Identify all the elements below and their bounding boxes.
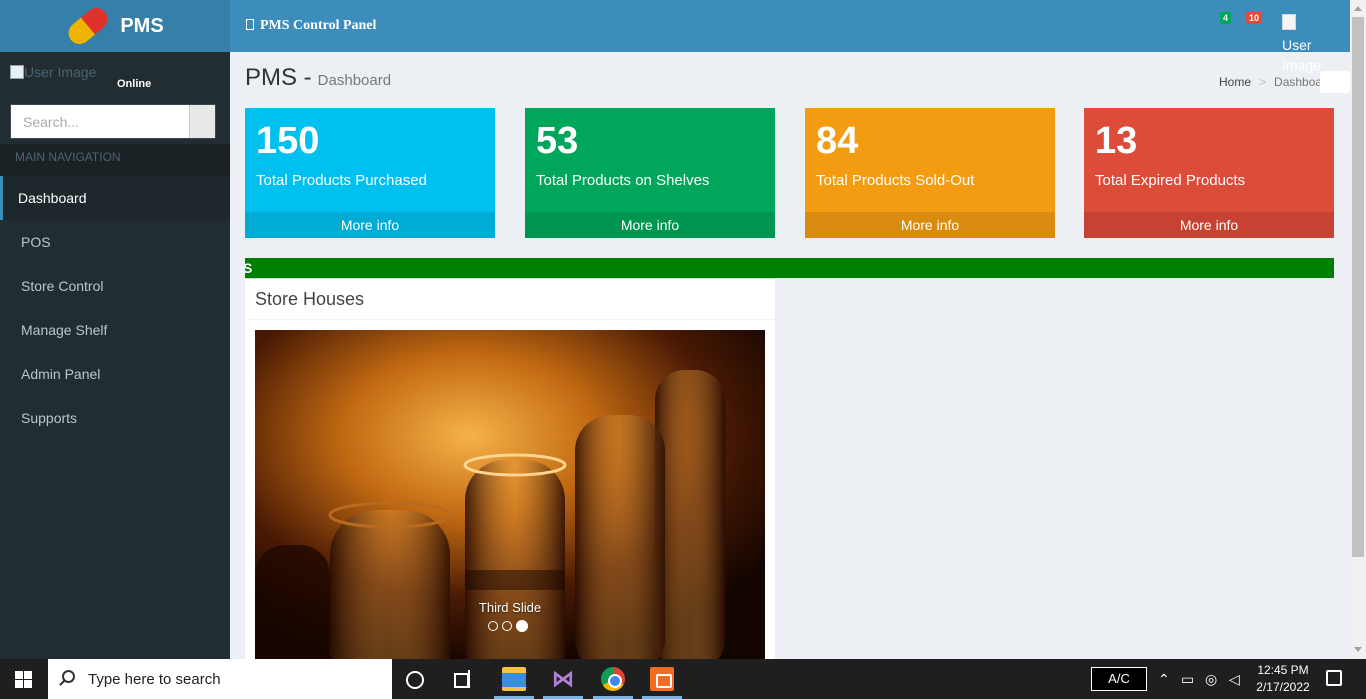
battery-icon[interactable]: ▭ — [1181, 671, 1194, 688]
breadcrumb: Home > Dashboard — [1219, 75, 1321, 89]
brand-name: PMS — [120, 14, 164, 37]
missing-glyph-icon — [246, 19, 254, 30]
alerts-badge[interactable]: 10 — [1246, 12, 1263, 24]
cortana-icon[interactable] — [406, 671, 424, 689]
chrome-icon[interactable] — [601, 667, 625, 691]
brand-logo[interactable]: PMS — [0, 0, 230, 52]
broken-image-icon — [1282, 14, 1296, 30]
marquee-text: S — [245, 260, 253, 276]
user-avatar: User Image — [10, 64, 96, 80]
search-icon — [62, 670, 75, 683]
user-status: Online — [117, 78, 152, 90]
content-header: PMS - Dashboard — [245, 64, 391, 92]
taskbar-search-placeholder: Type here to search — [88, 671, 221, 688]
notification-center-icon[interactable] — [1326, 670, 1342, 686]
breadcrumb-home[interactable]: Home — [1219, 75, 1251, 89]
ac-indicator[interactable]: A/C — [1091, 667, 1147, 691]
scroll-up-icon[interactable] — [1354, 6, 1362, 11]
carousel-dot-3[interactable] — [516, 620, 528, 632]
stat-box-on-shelves: 53 Total Products on Shelves More info — [525, 108, 775, 238]
overlay-box — [1320, 71, 1350, 93]
news-marquee: S — [245, 258, 1334, 278]
sidebar: User Image Online MAIN NAVIGATION Dashbo… — [0, 52, 230, 659]
stat-box-sold-out: 84 Total Products Sold-Out More info — [805, 108, 1055, 238]
snip-tool-icon[interactable] — [650, 667, 674, 691]
messages-badge[interactable]: 4 — [1220, 12, 1232, 24]
sidebar-item-admin-panel[interactable]: Admin Panel — [0, 352, 230, 396]
page-title: PMS - — [245, 64, 312, 91]
sidebar-item-manage-shelf[interactable]: Manage Shelf — [0, 308, 230, 352]
visual-studio-icon[interactable]: ⋈ — [551, 667, 575, 691]
file-explorer-icon[interactable] — [502, 667, 526, 691]
carousel-caption: Third Slide — [478, 600, 542, 615]
volume-icon[interactable]: ◁ — [1229, 671, 1240, 688]
pill-icon — [64, 3, 113, 49]
stat-value: 84 — [816, 120, 859, 162]
search-button[interactable] — [189, 105, 215, 138]
windows-start-icon[interactable] — [15, 671, 32, 688]
stat-label: Total Products Purchased — [256, 172, 427, 189]
clock-time: 12:45 PM — [1257, 663, 1309, 677]
page-scrollbar[interactable] — [1350, 0, 1366, 659]
taskbar-search[interactable]: Type here to search — [48, 659, 392, 699]
sidebar-search — [10, 104, 216, 139]
top-navbar: PMS Control Panel 4 10 User Image — [230, 0, 1350, 73]
scroll-thumb[interactable] — [1352, 17, 1364, 557]
carousel-dot-1[interactable] — [488, 621, 498, 631]
more-info-link[interactable]: More info — [245, 212, 495, 238]
stat-label: Total Products on Shelves — [536, 172, 710, 189]
breadcrumb-separator: > — [1259, 75, 1267, 89]
carousel-indicators — [488, 620, 528, 632]
sidebar-search-input[interactable] — [11, 105, 189, 138]
stat-label: Total Expired Products — [1095, 172, 1246, 189]
stat-value: 13 — [1095, 120, 1138, 162]
windows-taskbar: Type here to search ⋈ A/C ⌃ ▭ ◎ ◁ 12:45 … — [0, 659, 1366, 699]
more-info-link[interactable]: More info — [805, 212, 1055, 238]
more-info-link[interactable]: More info — [1084, 212, 1334, 238]
stat-box-expired: 13 Total Expired Products More info — [1084, 108, 1334, 238]
control-panel-title: PMS Control Panel — [246, 18, 376, 34]
page-subtitle: Dashboard — [317, 72, 392, 89]
panel-divider — [245, 319, 775, 320]
stat-label: Total Products Sold-Out — [816, 172, 975, 189]
more-info-link[interactable]: More info — [525, 212, 775, 238]
chevron-up-icon[interactable]: ⌃ — [1158, 671, 1170, 688]
carousel-dot-2[interactable] — [502, 621, 512, 631]
stat-value: 150 — [256, 120, 320, 162]
breadcrumb-current: Dashboard — [1274, 75, 1321, 89]
image-carousel[interactable]: Third Slide — [255, 330, 765, 660]
nav-header: MAIN NAVIGATION — [0, 144, 230, 176]
user-menu[interactable]: User Image — [1282, 14, 1332, 75]
sidebar-item-supports[interactable]: Supports — [0, 396, 230, 440]
scroll-down-icon[interactable] — [1354, 647, 1362, 652]
stat-box-purchased: 150 Total Products Purchased More info — [245, 108, 495, 238]
system-clock[interactable]: 12:45 PM 2/17/2022 — [1256, 662, 1310, 696]
sidebar-item-pos[interactable]: POS — [0, 220, 230, 264]
panel-title: Store Houses — [255, 289, 365, 309]
user-image-alt-top: User Image — [1282, 37, 1321, 73]
broken-image-icon — [10, 65, 24, 79]
task-view-icon[interactable] — [454, 670, 472, 688]
user-panel: User Image Online — [10, 64, 220, 94]
clock-date: 2/17/2022 — [1256, 680, 1310, 694]
sidebar-menu: Dashboard POS Store Control Manage Shelf… — [0, 176, 230, 440]
stat-value: 53 — [536, 120, 579, 162]
store-houses-panel: Store Houses Third Slide — [245, 278, 775, 660]
sidebar-item-dashboard[interactable]: Dashboard — [0, 176, 230, 220]
network-globe-icon[interactable]: ◎ — [1205, 671, 1217, 688]
sidebar-item-store-control[interactable]: Store Control — [0, 264, 230, 308]
